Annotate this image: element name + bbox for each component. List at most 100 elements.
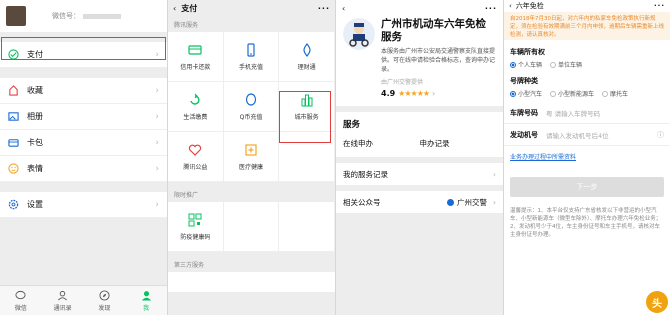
plate-type-radio-group: 小型汽车 小型新能源车 摩托车: [504, 89, 670, 98]
empty-cell: [223, 202, 280, 252]
apply-online-link[interactable]: 在线申办: [343, 138, 420, 149]
row-label: 我的服务记录: [343, 169, 388, 179]
tab-chats[interactable]: 微信: [0, 286, 42, 315]
radio-unchecked-icon: [550, 90, 557, 97]
settings-icon: [8, 199, 19, 210]
medical-icon: [245, 143, 257, 156]
contacts-icon: [58, 290, 68, 300]
application-records-link[interactable]: 申办记录: [420, 138, 497, 149]
more-icon[interactable]: ···: [654, 2, 665, 10]
section-title: 服务: [343, 120, 361, 130]
service-actions-box: 服务 在线申办 申办记录: [336, 112, 503, 157]
service-medical[interactable]: 医疗健康: [223, 132, 280, 182]
qcoin-icon: [245, 92, 257, 106]
nav-bar: ‹ 支付 ···: [168, 0, 335, 16]
service-utilities[interactable]: 生活缴费: [168, 82, 224, 132]
promo-grid: 防疫健康码: [168, 202, 335, 252]
row-label: 相关公众号: [343, 197, 381, 207]
field-label: 车牌号码: [510, 108, 538, 117]
service-charity[interactable]: 腾讯公益: [168, 132, 224, 182]
highlight-box: [1, 37, 166, 60]
radio-unchecked-icon: [602, 90, 609, 97]
menu-item-album[interactable]: 相册 ›: [0, 104, 167, 130]
empty-cell: [279, 202, 335, 252]
radio-new-energy[interactable]: 小型新能源车: [550, 89, 594, 98]
radio-small-car[interactable]: 小型汽车: [510, 89, 542, 98]
cards-icon: [8, 139, 19, 147]
profile-header[interactable]: 微信号：: [0, 0, 167, 32]
more-icon[interactable]: ···: [485, 4, 497, 13]
back-icon[interactable]: ‹: [342, 4, 345, 13]
album-icon: [8, 112, 19, 121]
tab-discover[interactable]: 发现: [84, 286, 126, 315]
menu-item-settings[interactable]: 设置 ›: [0, 192, 167, 218]
wechat-id: 微信号：: [52, 11, 121, 21]
service-header: 广州市机动车六年免检服务 本服务由广州市公安局交通警察支队直接提供。可在线申请检…: [336, 16, 503, 106]
service-qcoin[interactable]: Q币充值: [223, 82, 280, 132]
tab-label: 通讯录: [53, 304, 72, 312]
tab-me[interactable]: 我: [125, 286, 167, 315]
service-health-code[interactable]: 防疫健康码: [168, 202, 224, 252]
help-icon[interactable]: ⓘ: [657, 130, 664, 140]
sticker-icon: [8, 163, 19, 174]
my-service-records[interactable]: 我的服务记录 ›: [336, 163, 503, 185]
section-title: 第三方服务: [174, 262, 205, 269]
back-icon[interactable]: ‹: [509, 2, 512, 10]
service-rating: 4.9 ★★★★★ ›: [381, 89, 496, 98]
discover-icon: [99, 289, 110, 301]
service-label: Q币充值: [239, 113, 263, 121]
next-button[interactable]: 下一步: [510, 177, 664, 197]
engine-number-field[interactable]: 发动机号 请输入发动机号后4位 ⓘ: [504, 124, 670, 146]
service-description: 本服务由广州市公安局交通警察支队直接提供。可在线申请检验合格标志，查询申办记录。: [381, 48, 496, 73]
nav-bar: ‹ 六年免检 ···: [504, 0, 670, 12]
me-icon: [141, 290, 151, 301]
watermark-logo: 头: [646, 291, 668, 313]
service-label: 手机充值: [238, 63, 263, 71]
chevron-right-icon: ›: [493, 197, 496, 207]
credit-card-icon: [188, 44, 202, 55]
radio-label: 小型汽车: [518, 91, 543, 98]
chevron-right-icon: ›: [155, 163, 159, 174]
more-icon[interactable]: ···: [318, 4, 330, 13]
menu-item-favorites[interactable]: 收藏 ›: [0, 78, 167, 104]
rating-value: 4.9: [381, 89, 396, 98]
tab-label: 微信: [14, 304, 27, 312]
menu-item-cards[interactable]: 卡包 ›: [0, 130, 167, 156]
section-title: 腾讯服务: [174, 22, 199, 29]
radio-company[interactable]: 单位车辆: [550, 60, 582, 69]
radio-unchecked-icon: [550, 61, 557, 68]
charity-icon: [189, 144, 202, 156]
plate-number-input[interactable]: 粤 请输入车牌号码: [546, 108, 600, 118]
service-credit-card[interactable]: 信用卡还款: [168, 32, 224, 82]
required-documents-link[interactable]: 业务办理过程中所需资料: [504, 146, 670, 167]
radio-label: 小型新能源车: [558, 91, 595, 98]
chevron-right-icon: ›: [432, 89, 436, 98]
page-title: 六年免检: [515, 2, 544, 10]
service-screen: ‹ ··· 广州市机动车六年免检服务 本服务由广州市公安局交通警察支队直接提供。…: [336, 0, 504, 315]
highlight-box: [279, 91, 331, 143]
service-wealth[interactable]: 理财通: [279, 32, 335, 82]
tab-contacts[interactable]: 通讯录: [42, 286, 84, 315]
service-label: 生活缴费: [183, 113, 208, 121]
avatar[interactable]: [6, 6, 26, 26]
service-phone-topup[interactable]: 手机充值: [223, 32, 280, 82]
menu-item-stickers[interactable]: 表情 ›: [0, 156, 167, 182]
bottom-tab-bar: 微信 通讯录 发现 我: [0, 285, 167, 315]
chevron-right-icon: ›: [155, 137, 159, 148]
menu-label: 设置: [27, 200, 43, 209]
radio-personal[interactable]: 个人车辆: [510, 60, 542, 69]
menu-label: 表情: [27, 164, 43, 173]
chevron-right-icon: ›: [493, 169, 496, 179]
radio-label: 摩托车: [610, 91, 629, 98]
back-icon[interactable]: ‹: [173, 4, 176, 13]
field-label: 车辆所有权: [510, 48, 545, 56]
radio-label: 个人车辆: [518, 62, 543, 69]
wealth-icon: [303, 42, 311, 57]
related-official-account[interactable]: 相关公众号 广州交警 ›: [336, 191, 503, 213]
engine-number-input[interactable]: 请输入发动机号后4位: [546, 130, 609, 140]
radio-motorcycle[interactable]: 摩托车: [602, 89, 628, 98]
radio-checked-icon: [510, 61, 516, 68]
utilities-icon: [190, 93, 200, 105]
plate-number-field[interactable]: 车牌号码 粤 请输入车牌号码: [504, 102, 670, 124]
field-label: 发动机号: [510, 130, 538, 139]
